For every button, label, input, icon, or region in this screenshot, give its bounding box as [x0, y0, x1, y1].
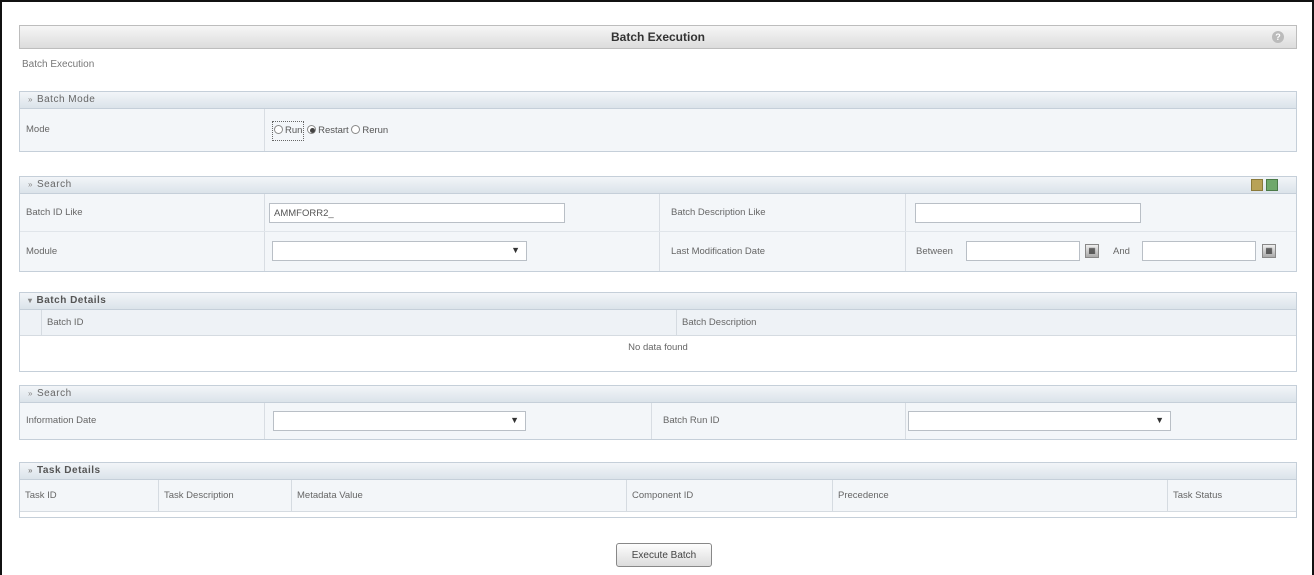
search-row-2: Module ▼ Last Modification Date Between …	[20, 232, 1296, 271]
collapse-arrow-icon[interactable]: »	[28, 180, 33, 189]
chevron-down-icon: ▼	[511, 245, 520, 255]
module-label: Module	[26, 246, 58, 257]
radio-restart[interactable]: Restart	[307, 124, 349, 136]
col-task-id[interactable]: Task ID	[20, 480, 158, 512]
mode-row: Mode Run Restart Rerun	[20, 109, 1296, 151]
run-search-header[interactable]: » Search	[20, 386, 1296, 403]
clear-icon[interactable]	[1266, 179, 1278, 191]
between-label: Between	[916, 246, 953, 257]
calendar-icon[interactable]: ▦	[1262, 244, 1276, 258]
batch-id-input[interactable]	[269, 203, 565, 223]
and-label: And	[1113, 246, 1130, 257]
row-divider	[905, 232, 906, 271]
last-mod-label: Last Modification Date	[671, 246, 765, 257]
breadcrumb: Batch Execution	[22, 59, 95, 70]
batch-details-header[interactable]: ▾ Batch Details	[20, 293, 1296, 310]
help-icon[interactable]: ?	[1272, 31, 1284, 43]
radio-run-button[interactable]	[274, 124, 283, 134]
calendar-icon[interactable]: ▦	[1085, 244, 1099, 258]
empty-message: No data found	[628, 342, 688, 353]
batch-details-grid-header: Batch ID Batch Description	[20, 310, 1296, 336]
batch-desc-label: Batch Description Like	[671, 207, 766, 218]
row-divider	[264, 109, 265, 151]
col-task-description[interactable]: Task Description	[158, 480, 291, 512]
collapse-arrow-icon[interactable]: ▾	[28, 296, 33, 305]
between-date-input[interactable]	[966, 241, 1080, 261]
task-details-grid-header: Task ID Task Description Metadata Value …	[20, 480, 1296, 512]
collapse-arrow-icon[interactable]: »	[28, 95, 33, 104]
row-divider	[651, 403, 652, 439]
col-batch-id[interactable]: Batch ID	[41, 310, 676, 336]
run-search-panel: » Search Information Date ▼ Batch Run ID …	[19, 385, 1297, 440]
batch-search-header[interactable]: » Search	[20, 177, 1296, 194]
row-divider	[264, 403, 265, 439]
info-date-label: Information Date	[26, 415, 97, 426]
collapse-arrow-icon[interactable]: »	[28, 389, 33, 398]
info-date-select[interactable]: ▼	[273, 411, 526, 431]
col-precedence[interactable]: Precedence	[832, 480, 1167, 512]
radio-restart-button[interactable]	[307, 124, 317, 134]
row-divider	[264, 194, 265, 231]
row-divider	[659, 232, 660, 271]
row-divider	[659, 194, 660, 231]
batch-mode-header[interactable]: » Batch Mode	[20, 92, 1296, 109]
row-divider	[264, 232, 265, 271]
radio-rerun[interactable]: Rerun	[351, 124, 388, 136]
radio-rerun-button[interactable]	[351, 124, 361, 134]
chevron-down-icon: ▼	[510, 415, 519, 425]
col-task-status[interactable]: Task Status	[1167, 480, 1296, 512]
mode-label: Mode	[26, 124, 50, 135]
and-date-input[interactable]	[1142, 241, 1256, 261]
batch-mode-panel: » Batch Mode Mode Run Restart Rerun	[19, 91, 1297, 152]
run-search-row: Information Date ▼ Batch Run ID ▼	[20, 403, 1296, 439]
batch-desc-input[interactable]	[915, 203, 1141, 223]
collapse-arrow-icon[interactable]: »	[28, 466, 33, 475]
batch-search-panel: »Search Batch ID Like Batch Description …	[19, 176, 1297, 272]
mode-radio-group: Run Restart Rerun	[272, 121, 388, 141]
chevron-down-icon: ▼	[1155, 415, 1164, 425]
radio-run[interactable]: Run	[272, 121, 305, 141]
col-metadata-value[interactable]: Metadata Value	[291, 480, 626, 512]
col-batch-description[interactable]: Batch Description	[676, 310, 1296, 336]
execute-batch-button[interactable]: Execute Batch	[616, 543, 712, 567]
row-divider	[905, 403, 906, 439]
page-title-bar: Batch Execution ?	[19, 25, 1297, 49]
search-row-1: Batch ID Like Batch Description Like	[20, 194, 1296, 232]
batch-run-select[interactable]: ▼	[908, 411, 1171, 431]
batch-details-panel: ▾ Batch Details Batch ID Batch Descriptio…	[19, 292, 1297, 372]
page-title: Batch Execution	[610, 30, 706, 44]
search-go-icon[interactable]	[1251, 179, 1263, 191]
col-component-id[interactable]: Component ID	[626, 480, 832, 512]
row-divider	[905, 194, 906, 231]
module-select[interactable]: ▼	[272, 241, 527, 261]
batch-id-label: Batch ID Like	[26, 207, 83, 218]
batch-run-label: Batch Run ID	[663, 415, 720, 426]
task-details-header[interactable]: » Task Details	[20, 463, 1296, 480]
task-details-panel: » Task Details Task ID Task Description M…	[19, 462, 1297, 518]
